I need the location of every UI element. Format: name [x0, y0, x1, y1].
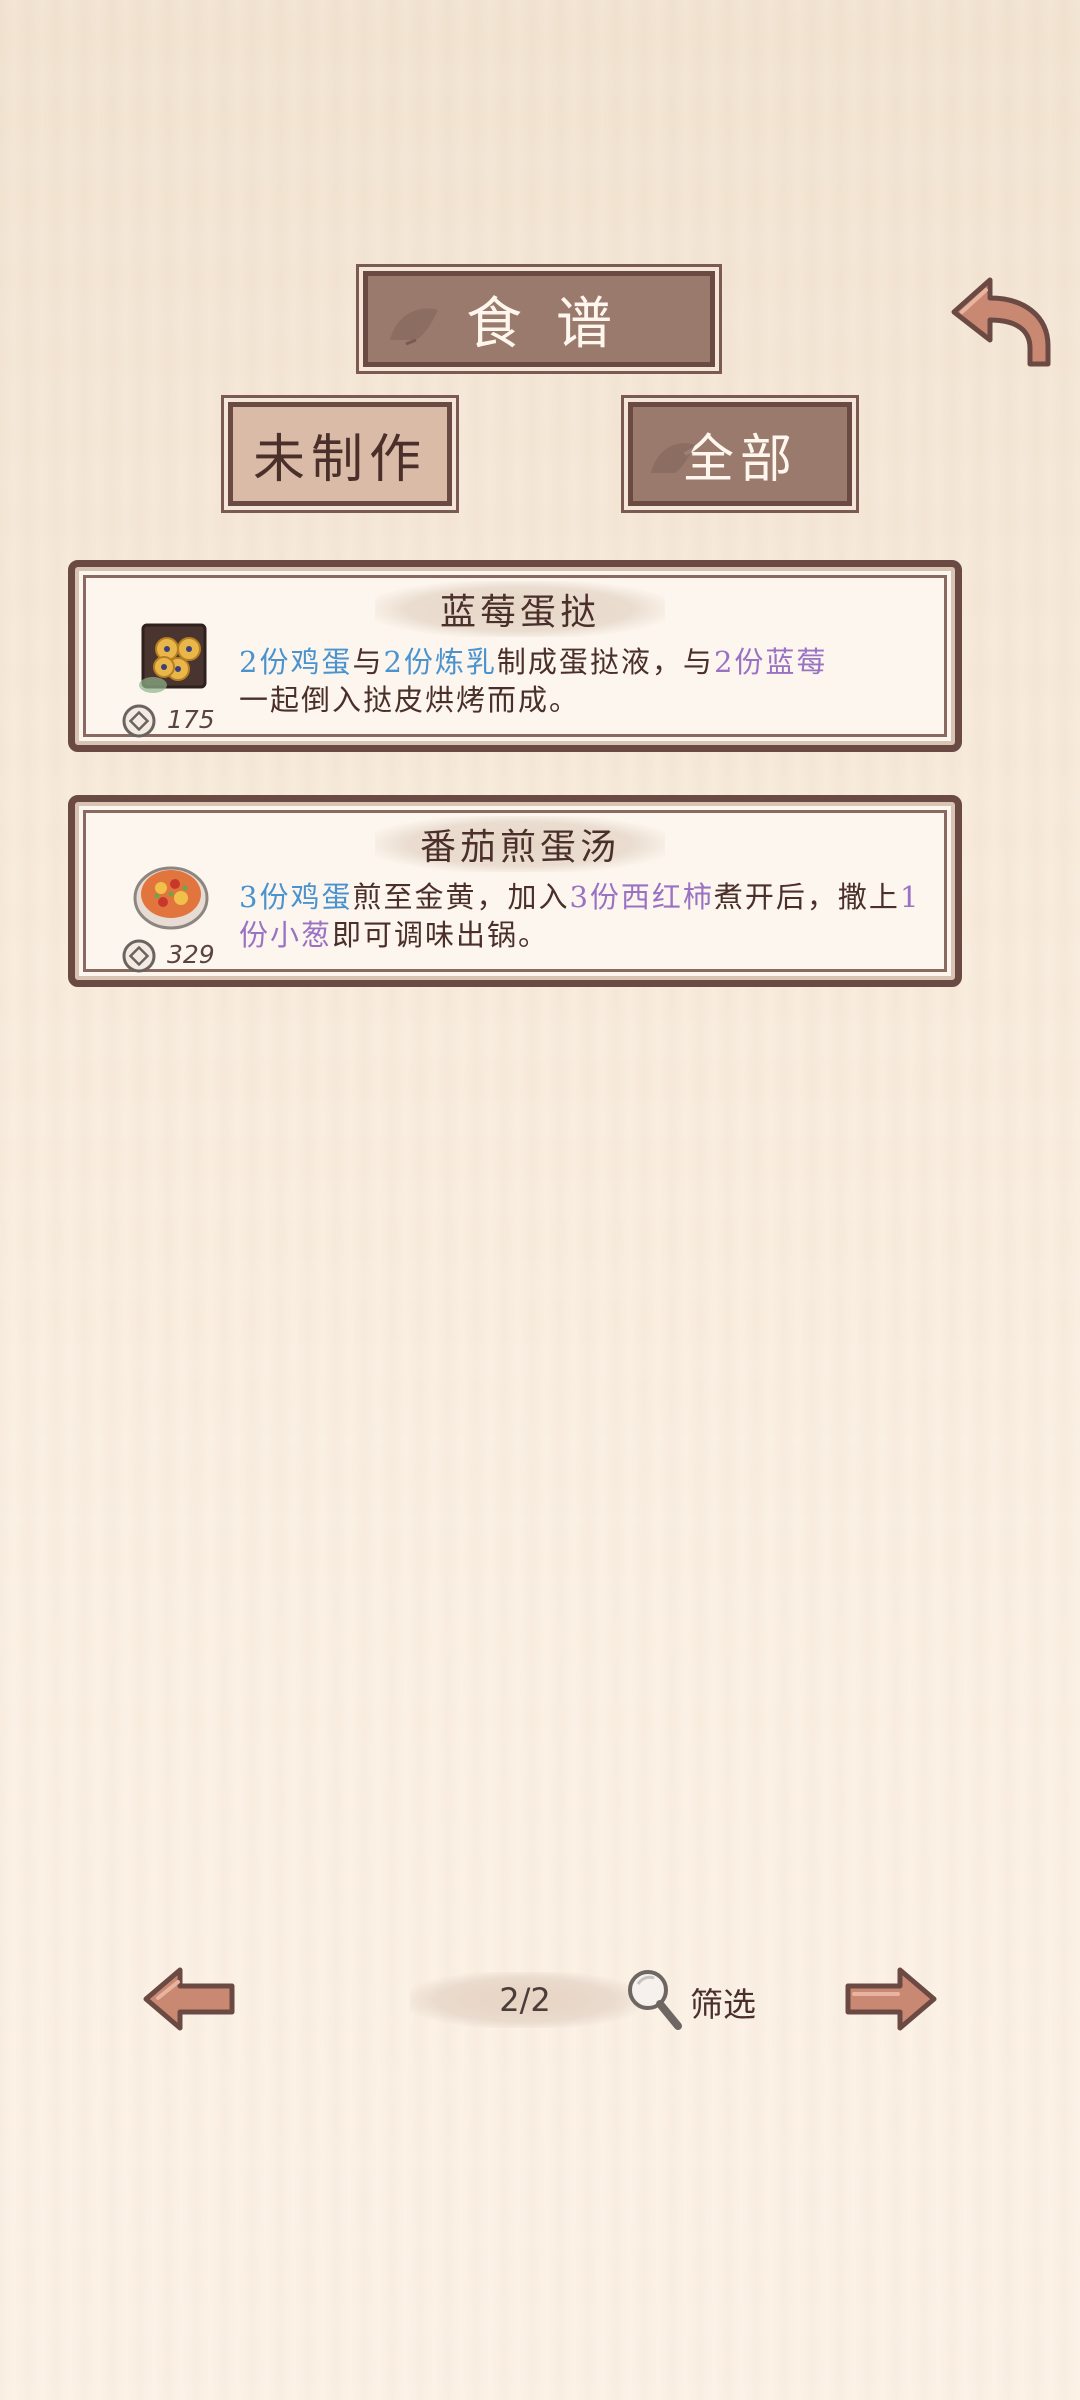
right-arrow-icon[interactable] — [840, 1964, 940, 2034]
page-indicator: 2/2 — [410, 1972, 640, 2028]
page-title-plaque: 食谱 — [363, 271, 715, 367]
recipe-description: 3份鸡蛋煎至金黄，加入3份西红柿煮开后，撒上1份小葱即可调味出锅。 — [239, 878, 939, 954]
ingredient-text: 2份鸡蛋 — [239, 645, 353, 679]
coin-icon — [122, 939, 156, 973]
blueberry-tart-icon — [139, 623, 207, 693]
description-text: 煮开后，撒上 — [713, 880, 900, 914]
magnifier-icon[interactable] — [624, 1966, 686, 2032]
ginkgo-leaf-icon — [390, 308, 438, 346]
recipe-card[interactable]: 蓝莓蛋挞 175 2份鸡蛋与2份炼乳制成蛋挞液，与2份蓝莓一起倒入挞皮烘烤而成。 — [68, 560, 962, 752]
description-text: 煎至金黄，加入 — [352, 880, 570, 914]
description-text: 制成蛋挞液，与 — [496, 645, 714, 679]
ingredient-text: 3份鸡蛋 — [239, 880, 353, 914]
ginkgo-leaf-icon — [651, 443, 695, 473]
ingredient-text: 3份西红柿 — [569, 880, 714, 914]
recipe-price: 175 — [167, 705, 215, 734]
recipe-name: 蓝莓蛋挞 — [439, 592, 600, 633]
recipe-card[interactable]: 番茄煎蛋汤 329 3份鸡蛋煎至金黄，加入3份西红柿煮开后，撒上1份小葱即可调味… — [68, 795, 962, 987]
description-text: 即可调味出锅。 — [332, 918, 550, 952]
ingredient-text: 2份炼乳 — [383, 645, 497, 679]
coin-icon — [122, 704, 156, 738]
tab-all[interactable]: 全部 — [628, 402, 852, 506]
recipe-name-ribbon: 番茄煎蛋汤 — [375, 816, 665, 872]
page-title: 食谱 — [466, 291, 646, 357]
description-text: 一起倒入挞皮烘烤而成。 — [239, 683, 581, 717]
back-arrow-icon[interactable] — [946, 268, 1058, 374]
filter-button[interactable]: 筛选 — [690, 1978, 756, 2026]
tab-unmade-label: 未制作 — [252, 429, 427, 490]
ingredient-text: 2份蓝莓 — [713, 645, 828, 679]
left-arrow-icon[interactable] — [140, 1964, 240, 2034]
recipe-description: 2份鸡蛋与2份炼乳制成蛋挞液，与2份蓝莓一起倒入挞皮烘烤而成。 — [239, 643, 939, 719]
tab-all-label: 全部 — [681, 429, 798, 490]
recipe-name: 番茄煎蛋汤 — [419, 827, 620, 868]
tomato-egg-soup-icon — [133, 866, 209, 930]
description-text: 与 — [352, 645, 384, 679]
tab-unmade[interactable]: 未制作 — [228, 402, 452, 506]
recipe-price: 329 — [167, 940, 215, 969]
page-number: 2/2 — [499, 1981, 551, 2019]
recipe-name-ribbon: 蓝莓蛋挞 — [375, 581, 665, 637]
